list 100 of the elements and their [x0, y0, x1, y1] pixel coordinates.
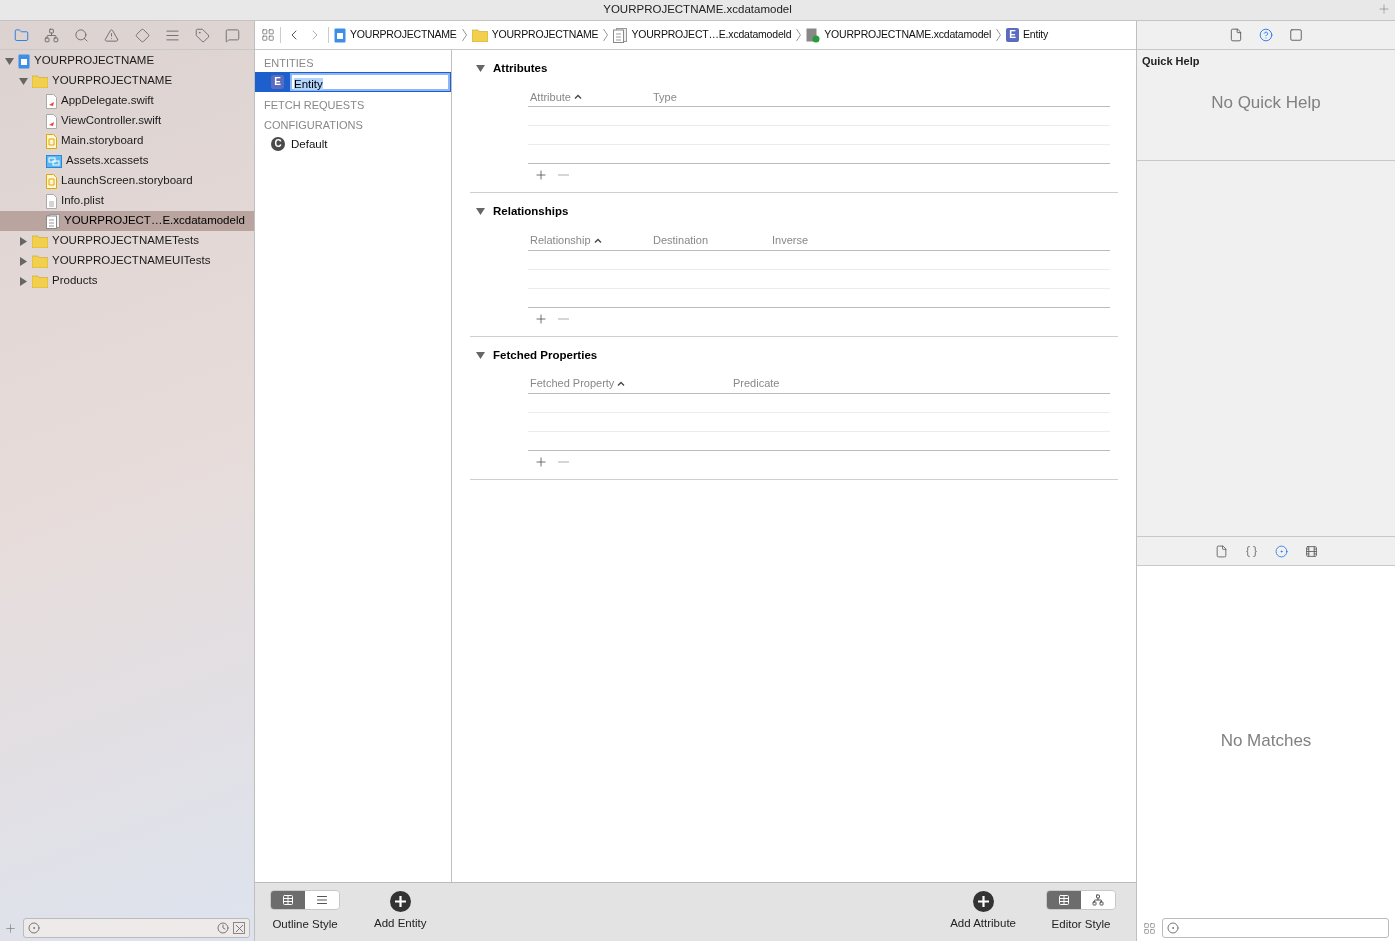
- chevron-icon: [796, 28, 802, 42]
- navigator-item[interactable]: YOURPROJECTNAMEUITests: [0, 251, 254, 271]
- column-header[interactable]: Attribute: [528, 88, 651, 105]
- breadcrumb[interactable]: E Entity: [1006, 27, 1049, 43]
- object-icon: [1274, 544, 1288, 558]
- outline-section-header: CONFIGURATIONS: [263, 118, 364, 132]
- navigator-item[interactable]: Info.plist: [0, 191, 254, 211]
- navigator-item[interactable]: YOURPROJECT…E.xcdatamodeld: [0, 211, 254, 231]
- navigator-item[interactable]: YOURPROJECTNAME: [0, 51, 254, 71]
- configuration-icon: C: [271, 137, 285, 151]
- lines-navigator-tab[interactable]: [164, 27, 180, 43]
- table-style-button[interactable]: [271, 891, 305, 910]
- grid-view-button[interactable]: [1143, 921, 1156, 935]
- column-header[interactable]: Relationship: [528, 231, 651, 249]
- list-style-button[interactable]: [305, 891, 339, 910]
- breadcrumb[interactable]: YOURPROJECT…E.xcdatamodeld: [613, 27, 792, 43]
- table-icon: [1058, 894, 1070, 907]
- filter-field[interactable]: [1162, 918, 1389, 938]
- breadcrumb[interactable]: YOURPROJECTNAME.xcdatamodel: [806, 27, 992, 43]
- empty-message: No Matches: [1220, 730, 1312, 753]
- folder-navigator-tab[interactable]: [13, 27, 29, 43]
- expanded-triangle-icon[interactable]: [476, 64, 485, 74]
- add-button[interactable]: [4, 921, 17, 935]
- add-button[interactable]: [534, 311, 548, 326]
- minus-icon: [558, 317, 569, 320]
- chat-navigator-tab[interactable]: [225, 27, 241, 43]
- graph-icon: [1092, 894, 1104, 907]
- column-header[interactable]: Inverse: [770, 231, 811, 249]
- navigator-item[interactable]: LaunchScreen.storyboard: [0, 171, 254, 191]
- folder-icon: [32, 254, 48, 268]
- list-icon: [316, 894, 328, 907]
- column-header[interactable]: Type: [651, 88, 679, 105]
- segmented-control[interactable]: [1046, 890, 1116, 911]
- navigator-item[interactable]: AppDelegate.swift: [0, 91, 254, 111]
- hierarchy-navigator-tab[interactable]: [43, 27, 59, 43]
- outline-section-header: ENTITIES: [263, 56, 315, 70]
- entity-icon: E: [271, 75, 284, 89]
- breadcrumb[interactable]: YOURPROJECTNAME: [334, 27, 457, 43]
- column-header[interactable]: Predicate: [731, 375, 782, 392]
- media-icon: [1304, 544, 1318, 558]
- navigator-item[interactable]: Main.storyboard: [0, 131, 254, 151]
- expanded-triangle-icon[interactable]: [476, 350, 485, 360]
- help-icon: [1259, 28, 1273, 42]
- clock-icon: [217, 922, 229, 934]
- navigator-item[interactable]: YOURPROJECTNAME: [0, 71, 254, 91]
- data-model-icon: [613, 27, 628, 43]
- data-model-icon: [46, 213, 60, 229]
- column-header[interactable]: Fetched Property: [528, 375, 731, 392]
- data-model-icon: [806, 27, 821, 43]
- add-entity-button[interactable]: Add Entity: [374, 891, 427, 933]
- outline-item[interactable]: C Default: [255, 134, 451, 154]
- outline-section-header: FETCH REQUESTS: [263, 98, 366, 112]
- diamond-navigator-tab[interactable]: [134, 27, 150, 43]
- folder-icon: [471, 28, 488, 42]
- braces-icon: [1244, 544, 1258, 558]
- swift-file-icon: [46, 93, 57, 109]
- search-navigator-tab[interactable]: [74, 27, 90, 43]
- project-file-icon: [334, 27, 346, 43]
- graph-style-button[interactable]: [1081, 891, 1115, 910]
- plus-icon: [4, 921, 17, 935]
- lines-icon: [164, 27, 180, 43]
- folder-icon: [32, 274, 48, 288]
- section-title: Fetched Properties: [493, 347, 598, 363]
- warning-icon: [104, 27, 120, 43]
- navigator-item[interactable]: Products: [0, 271, 254, 291]
- chevron-icon: [603, 28, 609, 42]
- navigator-item[interactable]: ViewController.swift: [0, 111, 254, 131]
- filter-field[interactable]: [23, 918, 250, 938]
- asset-catalog-icon: [46, 154, 62, 168]
- file-icon: [1214, 544, 1228, 558]
- navigator-item[interactable]: YOURPROJECTNAMETests: [0, 231, 254, 251]
- expanded-triangle-icon[interactable]: [476, 207, 485, 217]
- storyboard-file-icon: [46, 133, 57, 149]
- swift-file-icon: [46, 113, 57, 129]
- plist-file-icon: [46, 193, 57, 209]
- hierarchy-icon: [43, 27, 59, 43]
- boxed-x-icon[interactable]: [233, 922, 245, 934]
- add-button[interactable]: [534, 454, 548, 469]
- object-inspector-tab[interactable]: [1272, 542, 1290, 560]
- add-button[interactable]: [534, 168, 548, 183]
- file-icon: [1229, 28, 1243, 42]
- minus-icon: [558, 174, 569, 177]
- section-title: Attributes: [493, 61, 548, 76]
- table-style-button[interactable]: [1047, 891, 1081, 910]
- column-header[interactable]: Destination: [651, 231, 770, 249]
- add-attribute-button[interactable]: Add Attribute: [950, 891, 1016, 933]
- grid-icon: [1143, 921, 1156, 935]
- related-items-button[interactable]: [261, 28, 275, 42]
- outline-item[interactable]: E Entity: [255, 72, 451, 92]
- navigator-item[interactable]: Assets.xcassets: [0, 151, 254, 171]
- tag-navigator-tab[interactable]: [195, 27, 211, 43]
- plus-icon: [534, 311, 548, 326]
- help-inspector-tab[interactable]: [1257, 26, 1275, 44]
- identity-inspector-tab[interactable]: [1287, 26, 1305, 44]
- section-title: Relationships: [493, 204, 569, 220]
- plus-icon: [1377, 2, 1391, 16]
- folder-icon: [32, 74, 48, 88]
- warning-navigator-tab[interactable]: [104, 27, 120, 43]
- breadcrumb[interactable]: YOURPROJECTNAME: [471, 27, 599, 43]
- segmented-control[interactable]: [270, 890, 340, 911]
